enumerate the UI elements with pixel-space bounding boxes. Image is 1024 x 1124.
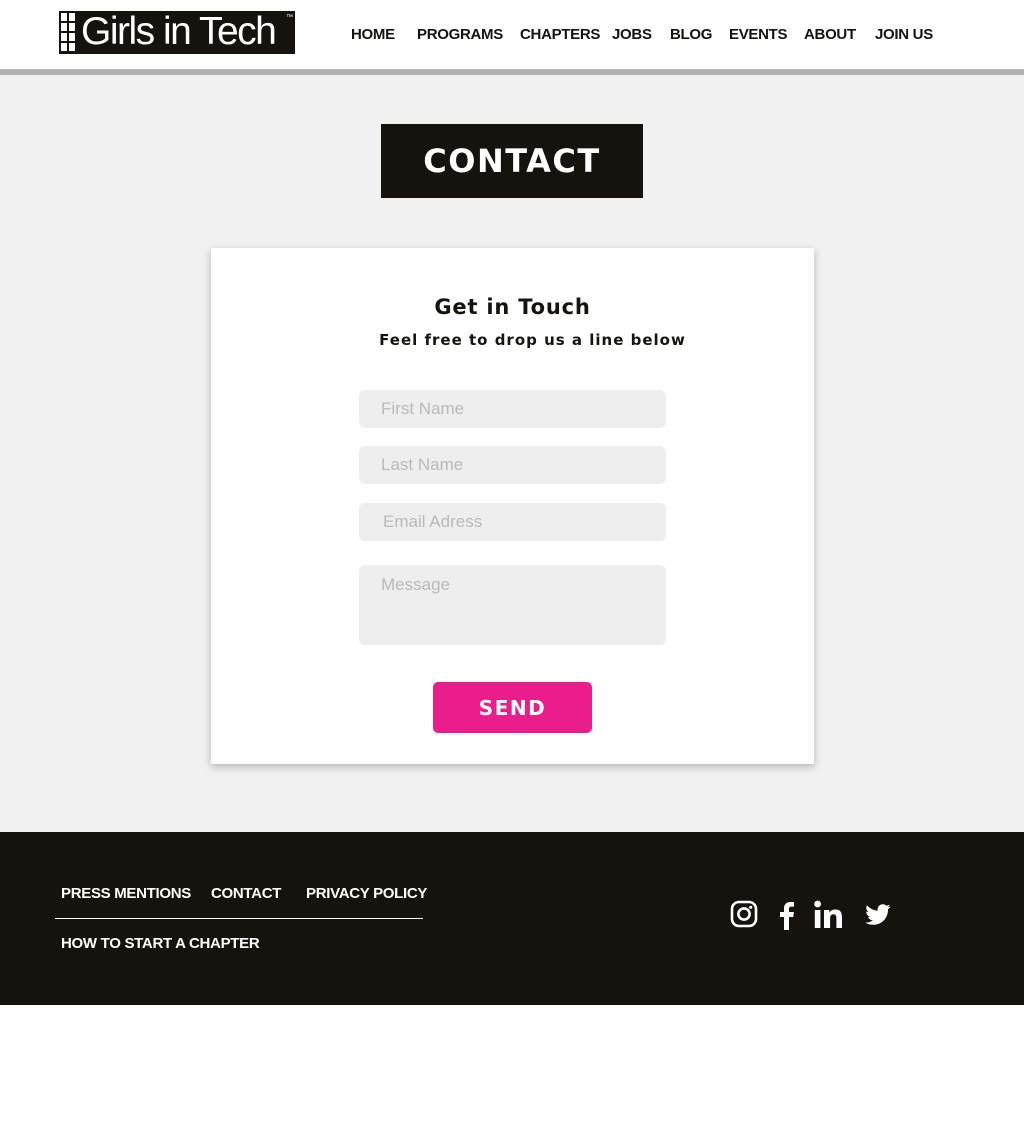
nav-chapters[interactable]: CHAPTERS	[520, 26, 600, 44]
footer-link-privacy-policy[interactable]: PRIVACY POLICY	[306, 885, 427, 903]
nav-programs[interactable]: PROGRAMS	[417, 26, 503, 44]
contact-form-card: Get in Touch Feel free to drop us a line…	[211, 248, 814, 764]
email-input[interactable]	[359, 503, 666, 541]
linkedin-icon[interactable]	[814, 900, 844, 930]
nav-jobs[interactable]: JOBS	[612, 26, 652, 44]
page-bottom-blank	[0, 1005, 1024, 1124]
logo-trademark: ™	[286, 14, 293, 21]
nav-join-us[interactable]: JOIN US	[875, 26, 933, 44]
footer-link-start-chapter[interactable]: HOW TO START A CHAPTER	[61, 935, 260, 953]
nav-blog[interactable]: BLOG	[670, 26, 712, 44]
site-header: Girls in Tech ™ HOME PROGRAMS CHAPTERS J…	[0, 0, 1024, 69]
footer-link-contact[interactable]: CONTACT	[211, 885, 281, 903]
facebook-icon[interactable]	[777, 900, 807, 930]
nav-about[interactable]: ABOUT	[804, 26, 856, 44]
instagram-icon[interactable]	[730, 900, 760, 930]
nav-events[interactable]: EVENTS	[729, 26, 788, 44]
send-button[interactable]: SEND	[433, 682, 592, 733]
form-heading: Get in Touch	[434, 295, 591, 319]
main-nav: HOME PROGRAMS CHAPTERS JOBS BLOG EVENTS …	[0, 26, 1024, 44]
form-subheading: Feel free to drop us a line below	[379, 331, 686, 349]
last-name-input[interactable]	[359, 446, 666, 484]
page-title-banner: CONTACT	[381, 124, 643, 198]
site-footer: PRESS MENTIONS CONTACT PRIVACY POLICY HO…	[0, 832, 1024, 1005]
page-title: CONTACT	[423, 142, 601, 180]
contact-section: CONTACT Get in Touch Feel free to drop u…	[0, 75, 1024, 832]
message-textarea[interactable]	[359, 565, 666, 645]
nav-home[interactable]: HOME	[351, 26, 395, 44]
footer-divider	[55, 918, 423, 919]
twitter-icon[interactable]	[865, 904, 895, 934]
footer-link-press-mentions[interactable]: PRESS MENTIONS	[61, 885, 191, 903]
first-name-input[interactable]	[359, 390, 666, 428]
